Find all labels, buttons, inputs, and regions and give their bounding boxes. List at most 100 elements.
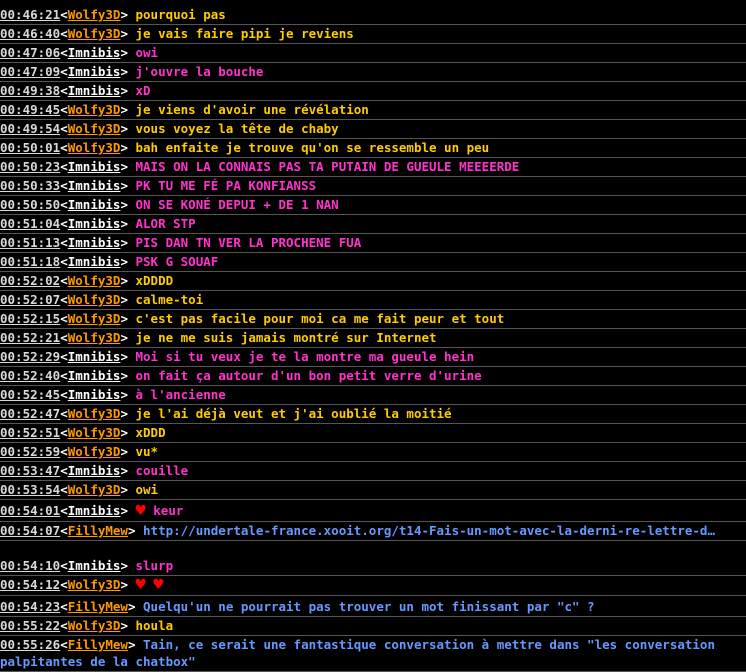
message-nickname[interactable]: Wolfy3D xyxy=(68,330,121,345)
nick-open-bracket: < xyxy=(60,140,68,155)
message-text[interactable]: http://undertale-france.xooit.org/t14-Fa… xyxy=(143,523,715,538)
message-timestamp[interactable]: 00:54:07 xyxy=(0,523,60,538)
message-nickname[interactable]: Imnibis xyxy=(68,349,121,364)
message-timestamp[interactable]: 00:50:50 xyxy=(0,197,60,212)
nick-close-bracket: > xyxy=(120,45,136,60)
message-timestamp[interactable]: 00:47:09 xyxy=(0,64,60,79)
nick-open-bracket: < xyxy=(60,349,68,364)
nick-close-bracket: > xyxy=(120,7,136,22)
message-timestamp[interactable]: 00:51:13 xyxy=(0,235,60,250)
message-nickname[interactable]: Imnibis xyxy=(68,254,121,269)
message-nickname[interactable]: Wolfy3D xyxy=(68,273,121,288)
message-timestamp[interactable]: 00:50:01 xyxy=(0,140,60,155)
chat-message: 00:50:23<Imnibis> MAIS ON LA CONNAIS PAS… xyxy=(0,158,746,177)
message-nickname[interactable]: Wolfy3D xyxy=(68,406,121,421)
message-timestamp[interactable]: 00:51:04 xyxy=(0,216,60,231)
message-nickname[interactable]: Imnibis xyxy=(68,45,121,60)
message-timestamp[interactable]: 00:52:02 xyxy=(0,273,60,288)
nick-close-bracket: > xyxy=(120,482,136,497)
nick-open-bracket: < xyxy=(60,637,68,652)
message-nickname[interactable]: Wolfy3D xyxy=(68,577,121,592)
message-nickname[interactable]: Imnibis xyxy=(68,197,121,212)
message-nickname[interactable]: Wolfy3D xyxy=(68,425,121,440)
nick-close-bracket: > xyxy=(120,102,136,117)
message-timestamp[interactable]: 00:52:45 xyxy=(0,387,60,402)
message-nickname[interactable]: FillyMew xyxy=(68,637,128,652)
message-text: calme-toi xyxy=(135,292,204,307)
message-timestamp[interactable]: 00:52:51 xyxy=(0,425,60,440)
chat-message: 00:52:29<Imnibis> Moi si tu veux je te l… xyxy=(0,348,746,367)
message-timestamp[interactable]: 00:52:59 xyxy=(0,444,60,459)
message-nickname[interactable]: Imnibis xyxy=(68,235,121,250)
message-nickname[interactable]: FillyMew xyxy=(68,523,128,538)
message-nickname[interactable]: Imnibis xyxy=(68,83,121,98)
nick-open-bracket: < xyxy=(60,254,68,269)
message-timestamp[interactable]: 00:55:22 xyxy=(0,618,60,633)
message-nickname[interactable]: Imnibis xyxy=(68,216,121,231)
message-nickname[interactable]: Imnibis xyxy=(68,64,121,79)
message-nickname[interactable]: Imnibis xyxy=(68,368,121,383)
nick-open-bracket: < xyxy=(60,292,68,307)
nick-open-bracket: < xyxy=(60,7,68,22)
message-nickname[interactable]: Wolfy3D xyxy=(68,482,121,497)
message-timestamp[interactable]: 00:52:40 xyxy=(0,368,60,383)
message-text: PIS DAN TN VER LA PROCHENE FUA xyxy=(135,235,362,250)
message-timestamp[interactable]: 00:49:38 xyxy=(0,83,60,98)
message-timestamp[interactable]: 00:54:10 xyxy=(0,558,60,573)
chat-message: 00:53:47<Imnibis> couille xyxy=(0,462,746,481)
nick-close-bracket: > xyxy=(120,178,136,193)
message-text: owi xyxy=(135,482,159,497)
nick-open-bracket: < xyxy=(60,618,68,633)
message-nickname[interactable]: Wolfy3D xyxy=(68,102,121,117)
message-text: Quelqu'un ne pourrait pas trouver un mot… xyxy=(143,599,595,614)
message-timestamp[interactable]: 00:55:26 xyxy=(0,637,60,652)
message-timestamp[interactable]: 00:51:18 xyxy=(0,254,60,269)
message-timestamp[interactable]: 00:52:29 xyxy=(0,349,60,364)
nick-close-bracket: > xyxy=(127,599,144,614)
message-timestamp[interactable]: 00:54:01 xyxy=(0,503,60,518)
chat-message: 00:51:04<Imnibis> ALOR STP xyxy=(0,215,746,234)
message-timestamp[interactable]: 00:47:06 xyxy=(0,45,60,60)
message-nickname[interactable]: Wolfy3D xyxy=(68,311,121,326)
message-timestamp[interactable]: 00:52:07 xyxy=(0,292,60,307)
message-nickname[interactable]: Imnibis xyxy=(68,387,121,402)
message-timestamp[interactable]: 00:49:45 xyxy=(0,102,60,117)
message-timestamp[interactable]: 00:49:54 xyxy=(0,121,60,136)
message-timestamp[interactable]: 00:53:54 xyxy=(0,482,60,497)
message-nickname[interactable]: Wolfy3D xyxy=(68,444,121,459)
nick-close-bracket: > xyxy=(120,140,136,155)
message-nickname[interactable]: Wolfy3D xyxy=(68,140,121,155)
nick-close-bracket: > xyxy=(120,121,136,136)
message-nickname[interactable]: Imnibis xyxy=(68,178,121,193)
chat-message: 00:46:40<Wolfy3D> je vais faire pipi je … xyxy=(0,25,746,44)
message-timestamp[interactable]: 00:52:21 xyxy=(0,330,60,345)
message-nickname[interactable]: Wolfy3D xyxy=(68,618,121,633)
message-nickname[interactable]: Imnibis xyxy=(68,503,121,518)
nick-close-bracket: > xyxy=(120,64,136,79)
message-nickname[interactable]: FillyMew xyxy=(68,599,128,614)
message-timestamp[interactable]: 00:53:47 xyxy=(0,463,60,478)
chat-message: 00:49:45<Wolfy3D> je viens d'avoir une r… xyxy=(0,101,746,120)
message-nickname[interactable]: Wolfy3D xyxy=(68,121,121,136)
nick-close-bracket: > xyxy=(120,368,136,383)
message-nickname[interactable]: Wolfy3D xyxy=(68,26,121,41)
message-nickname[interactable]: Wolfy3D xyxy=(68,292,121,307)
message-timestamp[interactable]: 00:52:47 xyxy=(0,406,60,421)
nick-open-bracket: < xyxy=(60,311,68,326)
message-text: slurp xyxy=(135,558,174,573)
message-nickname[interactable]: Imnibis xyxy=(68,463,121,478)
message-text: je ne me suis jamais montré sur Internet xyxy=(135,330,437,345)
message-timestamp[interactable]: 00:50:33 xyxy=(0,178,60,193)
message-timestamp[interactable]: 00:46:40 xyxy=(0,26,60,41)
message-nickname[interactable]: Imnibis xyxy=(68,159,121,174)
chat-message: 00:52:51<Wolfy3D> xDDD xyxy=(0,424,746,443)
message-timestamp[interactable]: 00:54:12 xyxy=(0,577,60,592)
message-nickname[interactable]: Imnibis xyxy=(68,558,121,573)
message-nickname[interactable]: Wolfy3D xyxy=(68,7,121,22)
nick-open-bracket: < xyxy=(60,425,68,440)
message-timestamp[interactable]: 00:54:23 xyxy=(0,599,60,614)
message-timestamp[interactable]: 00:50:23 xyxy=(0,159,60,174)
chat-message: 00:54:10<Imnibis> slurp xyxy=(0,557,746,576)
message-timestamp[interactable]: 00:46:21 xyxy=(0,7,60,22)
message-timestamp[interactable]: 00:52:15 xyxy=(0,311,60,326)
